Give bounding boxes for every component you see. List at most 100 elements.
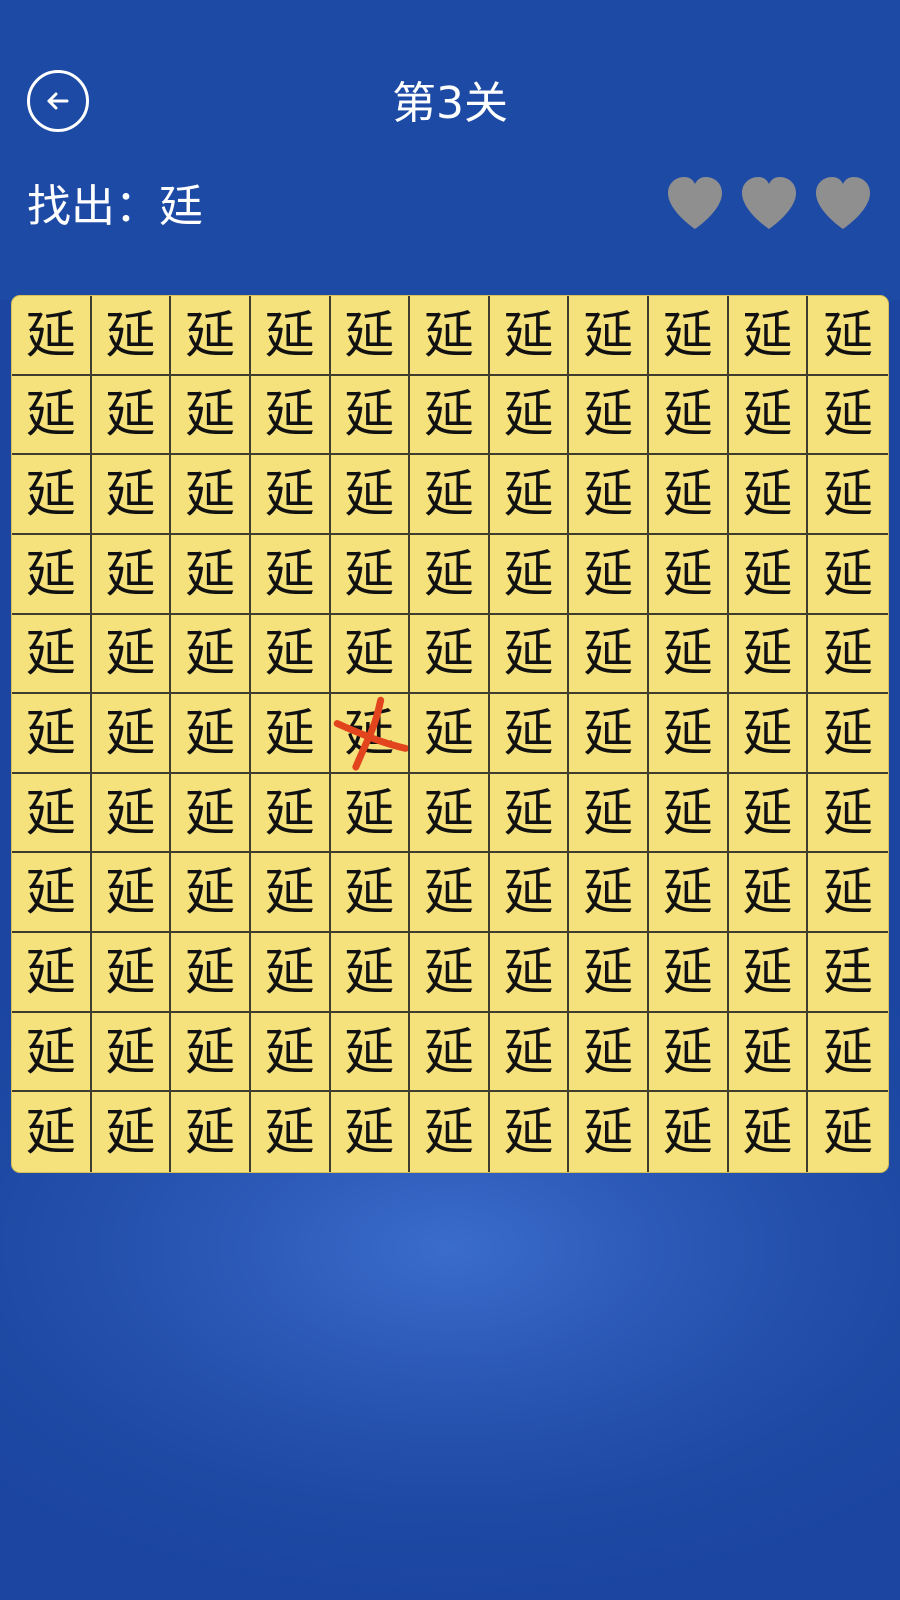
- grid-cell[interactable]: 延: [489, 296, 570, 376]
- grid-cell[interactable]: 延: [569, 694, 650, 774]
- grid-cell[interactable]: 延: [330, 455, 411, 535]
- grid-cell[interactable]: 延: [410, 1092, 490, 1172]
- grid-cell[interactable]: 延: [171, 933, 251, 1013]
- grid-cell[interactable]: 延: [12, 853, 92, 934]
- grid-cell[interactable]: 延: [569, 375, 650, 456]
- grid-cell[interactable]: 延: [410, 933, 490, 1013]
- grid-cell[interactable]: 延: [91, 296, 172, 376]
- grid-cell[interactable]: 延: [331, 1092, 411, 1172]
- grid-cell[interactable]: 延: [91, 1012, 172, 1093]
- grid-cell[interactable]: 延: [12, 773, 92, 854]
- grid-cell[interactable]: 延: [728, 614, 809, 695]
- grid-cell[interactable]: 延: [569, 933, 650, 1013]
- grid-cell[interactable]: 延: [808, 853, 888, 934]
- grid-cell[interactable]: 延: [489, 614, 570, 695]
- grid-cell[interactable]: 延: [171, 375, 251, 456]
- grid-cell[interactable]: 延: [410, 375, 490, 456]
- grid-cell[interactable]: 延: [728, 933, 809, 1013]
- grid-cell[interactable]: 延: [330, 853, 411, 934]
- grid-cell[interactable]: 延: [12, 534, 92, 615]
- grid-cell[interactable]: 延: [489, 455, 570, 535]
- grid-cell[interactable]: 延: [91, 614, 172, 695]
- grid-cell[interactable]: 延: [649, 773, 729, 854]
- grid-cell[interactable]: 延: [808, 1013, 888, 1093]
- grid-cell[interactable]: 延: [569, 1012, 650, 1093]
- grid-cell[interactable]: 延: [569, 853, 650, 934]
- grid-cell[interactable]: 延: [171, 853, 251, 934]
- grid-cell[interactable]: 延: [250, 375, 331, 456]
- grid-cell[interactable]: 延: [91, 933, 172, 1013]
- grid-cell[interactable]: 延: [250, 455, 331, 535]
- grid-cell[interactable]: 延: [808, 376, 888, 456]
- grid-cell[interactable]: 延: [250, 534, 331, 615]
- grid-cell[interactable]: 延: [91, 694, 172, 774]
- grid-cell[interactable]: 延: [171, 773, 251, 854]
- grid-cell[interactable]: 延: [91, 534, 172, 615]
- grid-cell[interactable]: 延: [250, 933, 331, 1013]
- grid-cell[interactable]: 延: [569, 455, 650, 535]
- grid-cell[interactable]: 延: [250, 614, 331, 695]
- grid-cell[interactable]: 延: [330, 534, 411, 615]
- grid-cell[interactable]: 延: [12, 1092, 92, 1172]
- grid-cell[interactable]: 延: [808, 535, 888, 615]
- grid-cell[interactable]: 延: [12, 933, 92, 1013]
- grid-cell[interactable]: 延: [649, 296, 729, 376]
- grid-cell[interactable]: 延: [250, 773, 331, 854]
- grid-cell[interactable]: 延: [251, 1092, 331, 1172]
- grid-cell[interactable]: 延: [410, 773, 490, 854]
- grid-cell[interactable]: 延: [410, 614, 490, 695]
- grid-cell[interactable]: 延: [649, 614, 729, 695]
- grid-cell[interactable]: 延: [729, 1092, 809, 1172]
- grid-cell[interactable]: 延: [171, 1012, 251, 1093]
- grid-cell[interactable]: 廷: [808, 933, 888, 1013]
- grid-cell[interactable]: 延: [569, 296, 650, 376]
- grid-cell[interactable]: 延: [808, 1092, 888, 1172]
- grid-cell[interactable]: 延: [12, 375, 92, 456]
- grid-cell[interactable]: 延: [649, 1012, 729, 1093]
- grid-cell[interactable]: 延: [808, 296, 888, 376]
- grid-cell[interactable]: 延: [250, 1012, 331, 1093]
- grid-cell[interactable]: 延: [649, 534, 729, 615]
- grid-cell[interactable]: 延: [489, 773, 570, 854]
- grid-cell[interactable]: 延: [808, 455, 888, 535]
- grid-cell[interactable]: 延: [728, 375, 809, 456]
- grid-cell[interactable]: 延: [330, 694, 411, 774]
- grid-cell[interactable]: 延: [171, 1092, 251, 1172]
- grid-cell[interactable]: 延: [649, 694, 729, 774]
- grid-cell[interactable]: 延: [649, 375, 729, 456]
- grid-cell[interactable]: 延: [330, 614, 411, 695]
- grid-cell[interactable]: 延: [12, 296, 92, 376]
- grid-cell[interactable]: 延: [171, 296, 251, 376]
- grid-cell[interactable]: 延: [12, 614, 92, 695]
- grid-cell[interactable]: 延: [12, 455, 92, 535]
- grid-cell[interactable]: 延: [330, 1012, 411, 1093]
- grid-cell[interactable]: 延: [489, 694, 570, 774]
- grid-cell[interactable]: 延: [728, 455, 809, 535]
- grid-cell[interactable]: 延: [489, 933, 570, 1013]
- grid-cell[interactable]: 延: [410, 694, 490, 774]
- grid-cell[interactable]: 延: [92, 1092, 172, 1172]
- grid-cell[interactable]: 延: [489, 853, 570, 934]
- grid-cell[interactable]: 延: [171, 534, 251, 615]
- grid-cell[interactable]: 延: [808, 694, 888, 774]
- grid-cell[interactable]: 延: [569, 773, 650, 854]
- grid-cell[interactable]: 延: [91, 455, 172, 535]
- grid-cell[interactable]: 延: [12, 1012, 92, 1093]
- grid-cell[interactable]: 延: [569, 614, 650, 695]
- grid-cell[interactable]: 延: [330, 375, 411, 456]
- grid-cell[interactable]: 延: [728, 853, 809, 934]
- grid-cell[interactable]: 延: [489, 375, 570, 456]
- grid-cell[interactable]: 延: [410, 1012, 490, 1093]
- grid-cell[interactable]: 延: [91, 375, 172, 456]
- grid-cell[interactable]: 延: [490, 1092, 570, 1172]
- grid-cell[interactable]: 延: [410, 455, 490, 535]
- grid-cell[interactable]: 延: [728, 534, 809, 615]
- grid-cell[interactable]: 延: [330, 933, 411, 1013]
- grid-cell[interactable]: 延: [250, 694, 331, 774]
- grid-cell[interactable]: 延: [171, 455, 251, 535]
- grid-cell[interactable]: 延: [569, 534, 650, 615]
- grid-cell[interactable]: 延: [649, 933, 729, 1013]
- grid-cell[interactable]: 延: [12, 694, 92, 774]
- grid-cell[interactable]: 延: [728, 296, 809, 376]
- grid-cell[interactable]: 延: [489, 1012, 570, 1093]
